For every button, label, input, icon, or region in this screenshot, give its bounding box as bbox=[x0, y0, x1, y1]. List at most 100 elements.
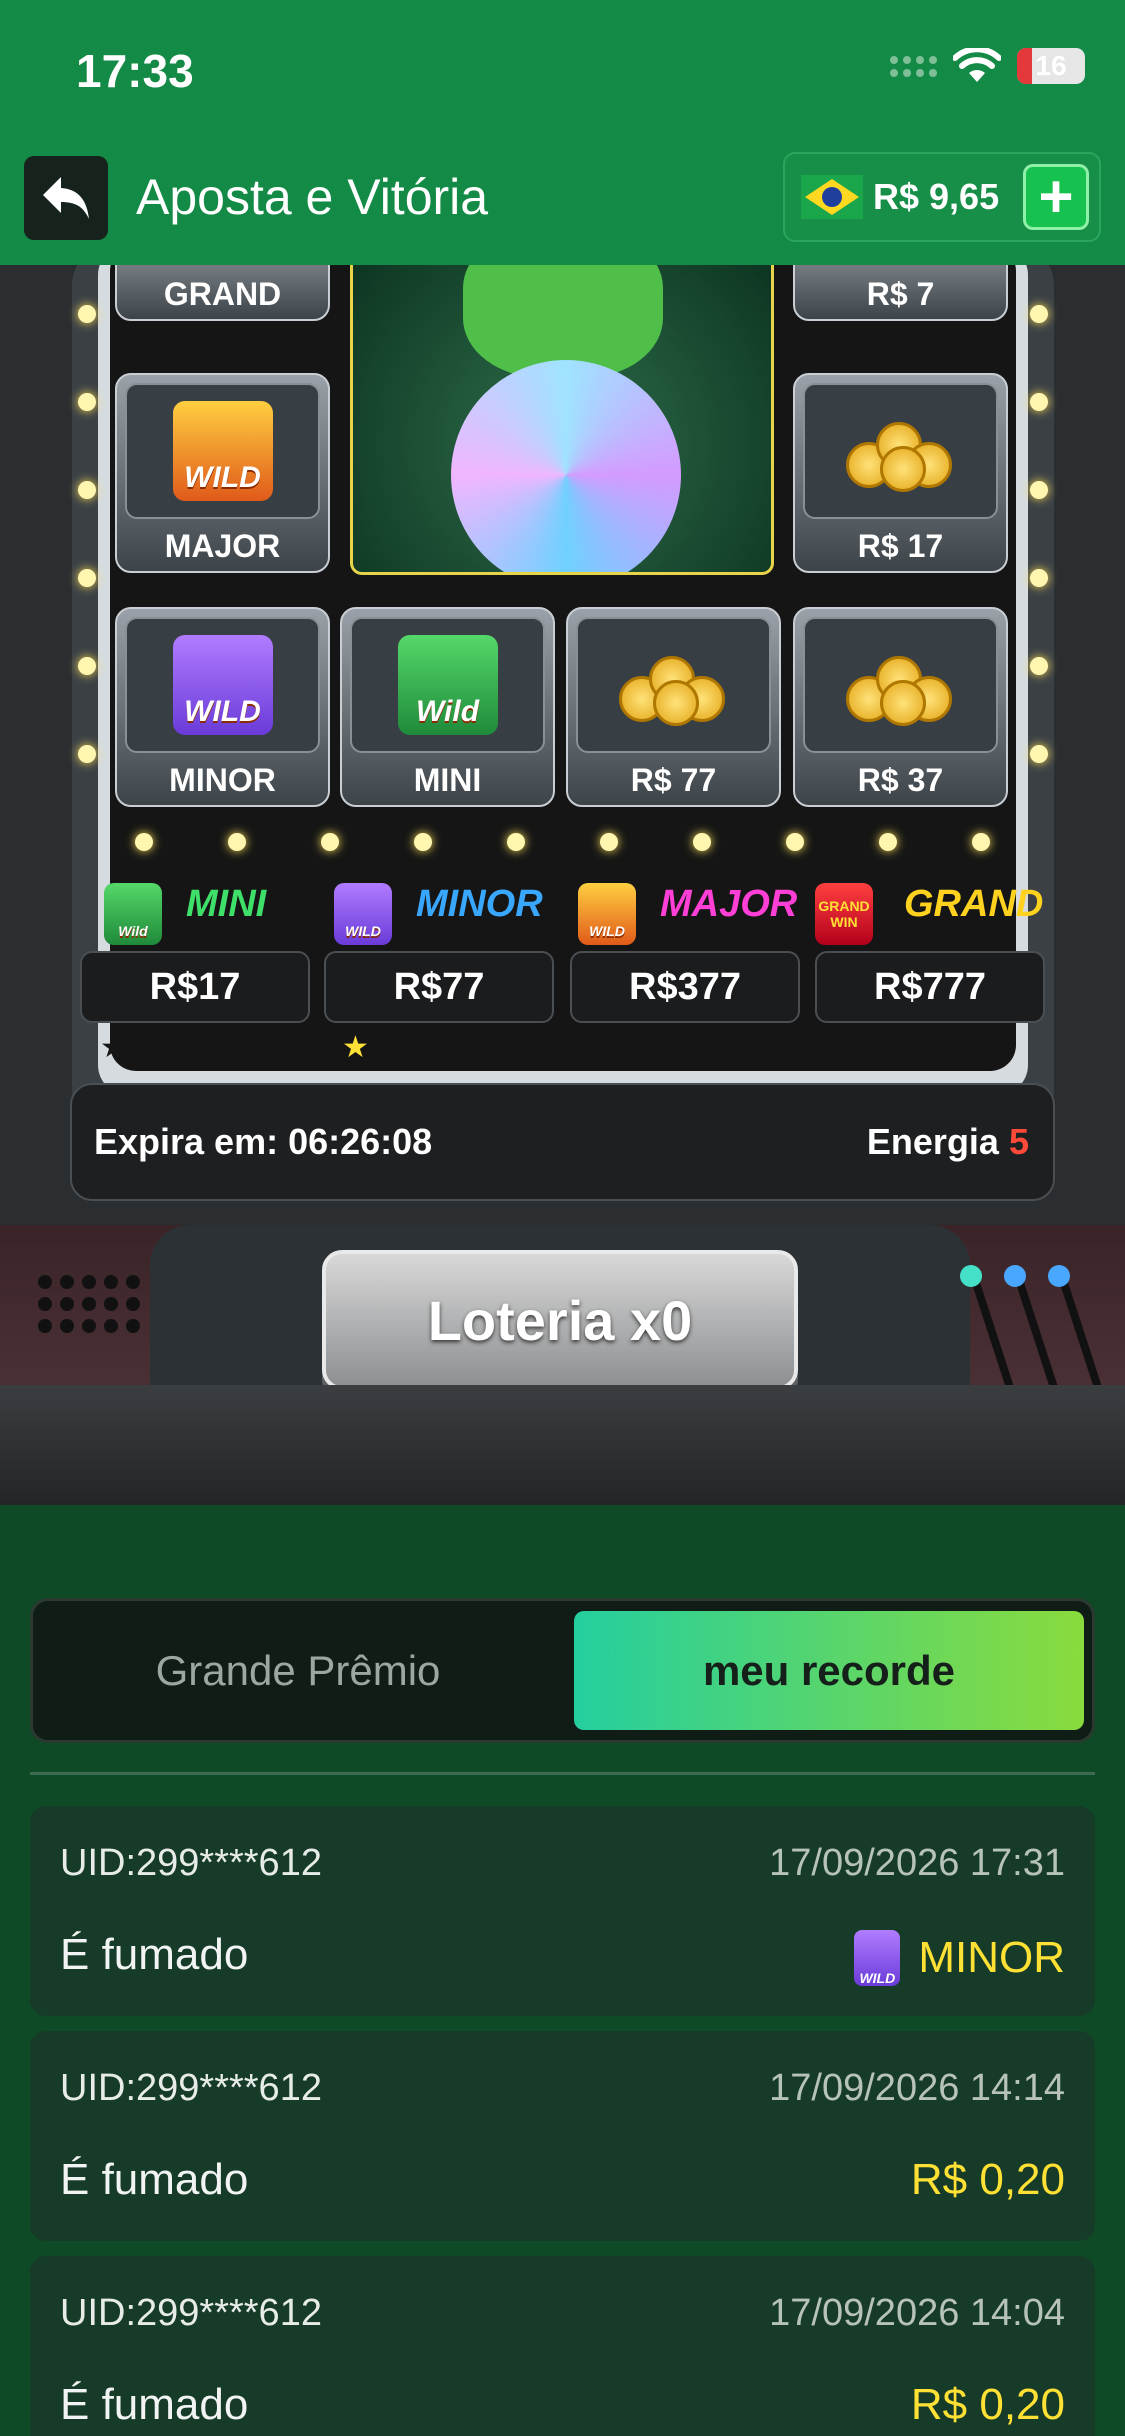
balance-amount: R$ 9,65 bbox=[873, 176, 1000, 217]
lamp bbox=[78, 657, 96, 675]
jackpot-amount-major: R$377 bbox=[570, 951, 800, 1023]
lamp bbox=[1030, 305, 1048, 323]
lottery-machine: GRAND R$ 7 WILD MAJOR R$ 17 WILD MINOR W… bbox=[0, 265, 1125, 1505]
expiry-timer: Expira em: 06:26:08 bbox=[94, 1121, 433, 1162]
star-icon: ★ bbox=[901, 1031, 929, 1064]
gold-coins-icon bbox=[845, 646, 956, 726]
lamp bbox=[78, 745, 96, 763]
lamp bbox=[972, 833, 990, 851]
lamp bbox=[228, 833, 246, 851]
slot-cell-prize: R$ 7 bbox=[793, 265, 1008, 321]
star-icon: ★ bbox=[449, 1031, 477, 1064]
record-uid: UID:299****612 bbox=[60, 2067, 322, 2109]
record-prize-value: R$ 0,20 bbox=[910, 2155, 1065, 2204]
star-icon: ★ bbox=[342, 1031, 369, 1064]
wifi-icon bbox=[953, 48, 1001, 82]
record-text: É fumado bbox=[60, 2155, 249, 2204]
slot-cell-label: MINOR bbox=[169, 762, 276, 798]
lamp bbox=[600, 833, 618, 851]
star-rating: ★ ★ ★ ★ ★ bbox=[100, 1030, 271, 1065]
energy-indicator: Energia 5 bbox=[867, 1121, 1029, 1163]
record-item: UID:299****612 17/09/2026 14:04 É fumado… bbox=[30, 2256, 1095, 2436]
record-item: UID:299****612 17/09/2026 14:14 É fumado… bbox=[30, 2031, 1095, 2241]
wallet-balance[interactable]: R$ 9,65 + bbox=[783, 152, 1101, 242]
app-header: Aposta e Vitória R$ 9,65 + bbox=[0, 150, 1125, 265]
star-icon: ★ bbox=[865, 1031, 893, 1064]
lever-knob-icon bbox=[960, 1265, 982, 1287]
lamp bbox=[1030, 657, 1048, 675]
lamp bbox=[507, 833, 525, 851]
record-text: É fumado bbox=[60, 1930, 249, 1979]
lamp bbox=[135, 833, 153, 851]
jackpot-name-major: MAJOR bbox=[660, 883, 798, 925]
slot-cell-prize: R$ 37 bbox=[793, 607, 1008, 807]
slot-cell-label: R$ 7 bbox=[866, 276, 935, 312]
jackpot-amount-mini: R$17 bbox=[80, 951, 310, 1023]
lamp bbox=[414, 833, 432, 851]
slot-cell-label: GRAND bbox=[163, 276, 282, 312]
dragon-disco-ball-image bbox=[350, 265, 774, 575]
lamp bbox=[879, 833, 897, 851]
lamp bbox=[1030, 569, 1048, 587]
jackpot-name-mini: MINI bbox=[186, 883, 267, 925]
star-icon: ★ bbox=[729, 1031, 757, 1064]
record-tabs: Grande Prêmio meu recorde bbox=[30, 1598, 1095, 1743]
record-text: É fumado bbox=[60, 2380, 249, 2429]
slot-cell-label: MINI bbox=[413, 762, 482, 798]
tab-grand-prize[interactable]: Grande Prêmio bbox=[33, 1601, 563, 1740]
star-icon: ★ bbox=[377, 1031, 405, 1064]
star-rating: ★ ★ ★ ★ ★ bbox=[342, 1030, 513, 1065]
disco-ball-icon bbox=[451, 360, 681, 572]
back-button[interactable] bbox=[24, 156, 108, 240]
slot-cell-prize: R$ 77 bbox=[566, 607, 781, 807]
battery-level: 16 bbox=[1035, 50, 1067, 81]
star-icon: ★ bbox=[171, 1031, 199, 1064]
record-uid: UID:299****612 bbox=[60, 2292, 322, 2334]
battery-icon: 16 bbox=[1017, 48, 1085, 84]
jackpot-amount-grand: R$777 bbox=[815, 951, 1045, 1023]
gold-coins-icon bbox=[845, 412, 956, 492]
lamp bbox=[321, 833, 339, 851]
record-prize-value: R$ 0,20 bbox=[910, 2380, 1065, 2429]
jackpot-name-minor: MINOR bbox=[416, 883, 543, 925]
star-icon: ★ bbox=[207, 1031, 235, 1064]
dragon-wild-icon: Wild bbox=[397, 635, 498, 735]
lamp bbox=[1030, 745, 1048, 763]
cellular-signal-icon bbox=[890, 55, 937, 77]
lamp bbox=[78, 393, 96, 411]
record-uid: UID:299****612 bbox=[60, 1842, 322, 1884]
energy-label: Energia bbox=[866, 1121, 999, 1162]
record-prize-value: MINOR bbox=[918, 1933, 1065, 1982]
lamp bbox=[786, 833, 804, 851]
lottery-draw-button[interactable]: Loteria x0 bbox=[322, 1250, 798, 1390]
brazil-flag-icon bbox=[801, 175, 863, 219]
status-time: 17:33 bbox=[76, 45, 194, 97]
tab-my-record[interactable]: meu recorde bbox=[574, 1611, 1084, 1730]
status-icons: 16 bbox=[890, 48, 1085, 84]
machine-base bbox=[0, 1385, 1125, 1505]
slot-cell-label: R$ 37 bbox=[857, 762, 944, 798]
expiry-energy-bar: Expira em: 06:26:08 Energia 5 bbox=[70, 1083, 1055, 1201]
slot-cell-mini: Wild MINI bbox=[340, 607, 555, 807]
lever-knob-icon bbox=[1004, 1265, 1026, 1287]
record-date: 17/09/2026 14:14 bbox=[769, 2067, 1065, 2109]
back-arrow-icon bbox=[43, 177, 89, 219]
status-bar: 17:33 16 bbox=[0, 0, 1125, 150]
lamp bbox=[1030, 393, 1048, 411]
star-icon: ★ bbox=[973, 1031, 1001, 1064]
jackpot-amount-minor: R$77 bbox=[324, 951, 554, 1023]
star-icon: ★ bbox=[657, 1031, 685, 1064]
record-prize: R$ 0,20 bbox=[911, 2380, 1065, 2430]
star-icon: ★ bbox=[830, 1031, 857, 1064]
speaker-grille-icon bbox=[38, 1275, 140, 1333]
jackpot-name-grand: GRAND bbox=[904, 883, 1044, 925]
slot-cell-prize: R$ 17 bbox=[793, 373, 1008, 573]
star-icon: ★ bbox=[693, 1031, 721, 1064]
star-icon: ★ bbox=[100, 1031, 127, 1064]
record-prize: WILD MINOR bbox=[854, 1930, 1065, 1986]
star-icon: ★ bbox=[243, 1031, 271, 1064]
deposit-plus-button[interactable]: + bbox=[1023, 164, 1089, 230]
lamp bbox=[1030, 481, 1048, 499]
lamp bbox=[78, 481, 96, 499]
star-icon: ★ bbox=[485, 1031, 513, 1064]
